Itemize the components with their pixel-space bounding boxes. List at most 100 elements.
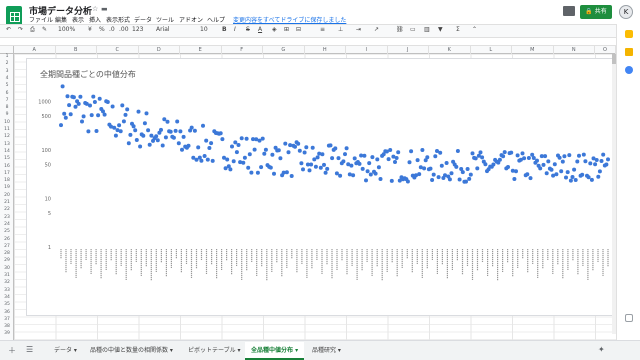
zoom-select[interactable]: 100%	[58, 26, 75, 33]
borders-icon[interactable]: ⊞	[284, 26, 289, 33]
row-number[interactable]: 1	[0, 54, 14, 59]
menu-edit[interactable]: 編集	[55, 15, 67, 24]
redo-icon[interactable]: ↷	[18, 26, 23, 33]
row-number[interactable]: 19	[0, 185, 14, 190]
strikethrough-button[interactable]: S	[246, 26, 250, 33]
more-formats-button[interactable]: 123	[132, 26, 143, 33]
row-number[interactable]: 6	[0, 91, 14, 96]
column-o[interactable]: O	[595, 46, 616, 54]
chart-icon[interactable]: ▥	[424, 26, 430, 33]
merge-icon[interactable]: ⊟	[296, 26, 301, 33]
column-g[interactable]: G	[263, 46, 305, 54]
chart[interactable]: 全期間品種ごとの中値分布 1 5 10 50 100 500 1000	[26, 58, 618, 316]
paint-format-icon[interactable]: ✎	[42, 26, 47, 33]
share-button[interactable]: 🔒 共有	[580, 5, 612, 19]
column-h[interactable]: H	[305, 46, 346, 54]
save-status-link[interactable]: 変更内容をすべてドライブに保存しました	[233, 15, 346, 24]
row-number[interactable]: 21	[0, 200, 14, 205]
column-k[interactable]: K	[429, 46, 471, 54]
row-number[interactable]: 36	[0, 310, 14, 315]
row-number[interactable]: 13	[0, 142, 14, 147]
row-number[interactable]: 3	[0, 69, 14, 74]
tab-data[interactable]: データ ▾	[48, 342, 83, 360]
tab-correlation[interactable]: 品種の中値と数量の相関係数 ▾	[84, 342, 179, 360]
align-icon[interactable]: ≡	[320, 26, 325, 33]
comment-icon[interactable]	[563, 6, 575, 16]
fill-color-icon[interactable]: ◈	[272, 26, 277, 33]
row-number[interactable]: 34	[0, 295, 14, 300]
keep-icon[interactable]	[625, 48, 633, 56]
collapse-toolbar-icon[interactable]: ⌃	[472, 26, 477, 33]
row-number[interactable]: 23	[0, 215, 14, 220]
row-number[interactable]: 14	[0, 149, 14, 154]
avatar[interactable]: K	[619, 5, 633, 19]
menu-help[interactable]: ヘルプ	[207, 15, 225, 24]
column-i[interactable]: I	[346, 46, 388, 54]
tab-pivot[interactable]: ピボットテーブル ▾	[182, 342, 247, 360]
row-number[interactable]: 5	[0, 83, 14, 88]
menu-file[interactable]: ファイル	[29, 15, 53, 24]
row-number[interactable]: 4	[0, 76, 14, 81]
row-number[interactable]: 8	[0, 105, 14, 110]
font-size-select[interactable]: 10	[200, 26, 208, 33]
rotate-icon[interactable]: ↗	[374, 26, 379, 33]
column-d[interactable]: D	[139, 46, 180, 54]
row-number[interactable]: 11	[0, 127, 14, 132]
column-m[interactable]: M	[512, 46, 554, 54]
expand-panel-icon[interactable]	[625, 314, 633, 322]
percent-button[interactable]: %	[99, 26, 105, 33]
row-number[interactable]: 27	[0, 244, 14, 249]
row-number[interactable]: 28	[0, 251, 14, 256]
star-icon[interactable]: ☆	[92, 5, 98, 13]
undo-icon[interactable]: ↶	[6, 26, 11, 33]
currency-button[interactable]: ¥	[88, 26, 92, 33]
column-a[interactable]: A	[14, 46, 56, 54]
row-number[interactable]: 33	[0, 288, 14, 293]
increase-decimal-button[interactable]: .00	[119, 26, 129, 33]
row-number[interactable]: 7	[0, 98, 14, 103]
row-number[interactable]: 17	[0, 171, 14, 176]
menu-tools[interactable]: ツール	[156, 15, 174, 24]
row-number[interactable]: 29	[0, 258, 14, 263]
row-number[interactable]: 31	[0, 273, 14, 278]
row-number[interactable]: 39	[0, 331, 14, 336]
comment-add-icon[interactable]: ▭	[410, 26, 416, 33]
tab-median-distribution[interactable]: 全品種中値分布 ▾	[245, 342, 305, 360]
menu-addons[interactable]: アドオン	[179, 15, 203, 24]
row-number[interactable]: 2	[0, 61, 14, 66]
row-number[interactable]: 22	[0, 207, 14, 212]
formula-bar[interactable]	[0, 38, 616, 46]
valign-icon[interactable]: ⊥	[338, 26, 343, 33]
row-number[interactable]: 10	[0, 120, 14, 125]
menu-format[interactable]: 表示形式	[106, 15, 130, 24]
row-number[interactable]: 30	[0, 266, 14, 271]
decrease-decimal-button[interactable]: .0	[109, 26, 115, 33]
row-number[interactable]: 35	[0, 302, 14, 307]
tab-variety-study[interactable]: 品種研究 ▾	[306, 342, 347, 360]
row-number[interactable]: 12	[0, 134, 14, 139]
filter-icon[interactable]: ▼	[438, 26, 443, 33]
folder-icon[interactable]: ▬	[101, 5, 108, 13]
text-color-button[interactable]: A	[258, 26, 262, 33]
column-e[interactable]: E	[180, 46, 222, 54]
print-icon[interactable]: ⎙	[30, 26, 35, 34]
font-select[interactable]: Arial	[156, 26, 170, 33]
plus-icon[interactable]: ＋	[8, 345, 16, 356]
row-number[interactable]: 37	[0, 317, 14, 322]
functions-icon[interactable]: Σ	[456, 26, 460, 33]
sheets-logo[interactable]	[6, 6, 22, 26]
link-icon[interactable]: ⛓	[396, 26, 404, 33]
row-number[interactable]: 18	[0, 178, 14, 183]
column-n[interactable]: N	[554, 46, 595, 54]
row-number[interactable]: 32	[0, 280, 14, 285]
row-number[interactable]: 26	[0, 237, 14, 242]
row-number[interactable]: 20	[0, 193, 14, 198]
row-number[interactable]: 25	[0, 229, 14, 234]
column-f[interactable]: F	[222, 46, 263, 54]
menu-insert[interactable]: 挿入	[89, 15, 101, 24]
select-all-corner[interactable]	[0, 46, 14, 54]
menu-view[interactable]: 表示	[72, 15, 84, 24]
column-j[interactable]: J	[388, 46, 429, 54]
italic-button[interactable]: I	[234, 26, 236, 33]
row-number[interactable]: 24	[0, 222, 14, 227]
